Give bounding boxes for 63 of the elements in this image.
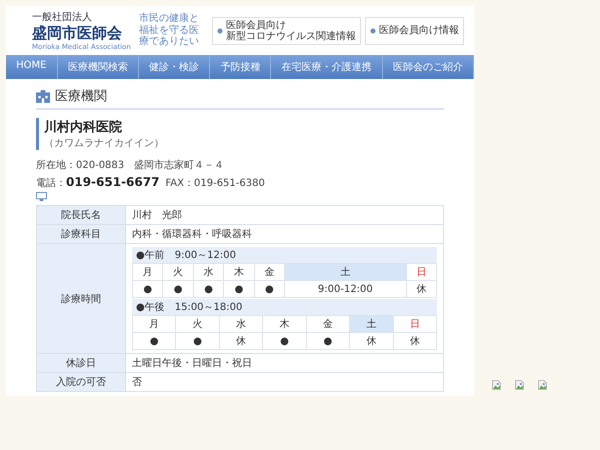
nav-link[interactable]: 健診・検診 [138,55,210,79]
hours-cell: 9:00-12:00 [284,280,406,298]
hours-cell: ● [254,280,285,298]
hours-cell: ● [306,332,350,350]
building-icon [36,90,50,102]
broken-image-icon [515,380,524,390]
day-header-cell: 火 [176,316,220,332]
phone-label: 電話： [36,176,66,190]
tagline: 市民の健康と福祉を守る医療でありたい [138,13,200,48]
clinic-name-reading: （カワムラナイカイイン） [44,137,165,150]
hours-cell: 休 [406,280,436,298]
day-header-cell: 日 [393,316,436,332]
nav-link[interactable]: 医療機関検索 [58,55,139,79]
day-header-cell: 木 [224,264,254,280]
day-header-cell: 木 [262,316,306,332]
table-cell: 否 [126,372,444,392]
member-info-link[interactable]: 医師会員向け 新型コロナウイルス関連情報 [212,16,361,44]
session-title: ●午前 9:00～12:00 [132,247,437,263]
day-header-cell: 月 [132,264,163,280]
hours-cell: ● [132,280,163,298]
table-cell: 川村 光郎 [126,206,444,224]
bullet-icon [217,28,223,34]
broken-image-icon [538,380,547,390]
fax-number: FAX：019-651-6380 [165,177,265,190]
day-header-cell: 水 [193,264,224,280]
table-cell: 内科・循環器科・呼吸器科 [126,224,444,244]
hours-cell: ● [132,332,176,350]
hours-cell: 休 [350,332,394,350]
hours-cell: 休 [393,332,436,350]
day-header-cell: 月 [132,316,176,332]
section-title: 医療機関 [55,88,107,105]
nav-link[interactable]: 医師会のご紹介 [382,55,474,79]
session-title: ●午後 15:00～18:00 [132,299,437,315]
table-label-cell: 診療時間 [36,244,126,354]
table-cell: 土曜日午後・日曜日・祝日 [126,354,444,372]
day-header-cell: 日 [406,264,436,280]
nav-link[interactable]: 予防接種 [210,55,272,79]
day-header-cell: 土 [350,316,394,332]
day-header-cell: 水 [219,316,263,332]
monitor-icon [36,192,47,201]
hours-cell: ● [162,280,194,298]
nav-link[interactable]: HOME [6,55,58,79]
day-header-cell: 土 [284,264,406,280]
member-info-link[interactable]: 医師会員向け情報 [365,16,464,44]
hours-cell: 休 [219,332,263,350]
hours-cell: ● [176,332,220,350]
site-logo[interactable]: 盛岡市医師会 [32,24,131,43]
table-label-cell: 休診日 [36,354,126,372]
organization-label: 一般社団法人 [32,10,93,24]
nav-link[interactable]: 在宅医療・介護連携 [271,55,383,79]
table-label-cell: 院長氏名 [36,206,126,224]
day-header-cell: 火 [162,264,194,280]
table-label-cell: 診療科目 [36,224,126,244]
day-header-cell: 金 [306,316,350,332]
hours-cell: ● [224,280,254,298]
table-label-cell: 入院の可否 [36,372,126,392]
clinic-name: 川村内科医院 [44,118,123,136]
broken-image-icon [492,380,501,390]
hours-cell: ● [193,280,224,298]
hours-cell: ● [262,332,306,350]
bullet-icon [370,28,376,34]
phone-number: 019-651-6677 [66,175,160,189]
address-text: 所在地：020-0883 盛岡市志家町４－４ [36,158,226,172]
